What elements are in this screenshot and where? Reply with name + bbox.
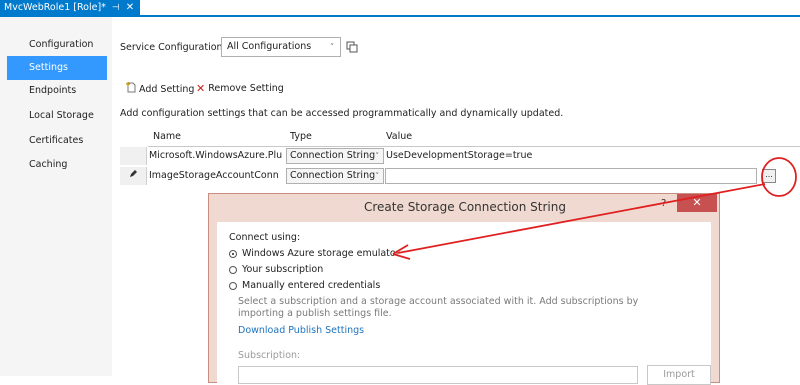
create-storage-connection-dialog: Create Storage Connection String ? ✕ Con…: [208, 193, 720, 385]
sidebar-item-label: Caching: [29, 159, 68, 170]
column-header-value[interactable]: Value: [386, 128, 412, 146]
radio-label: Your subscription: [242, 264, 324, 275]
dialog-body: Connect using: Windows Azure storage emu…: [217, 222, 711, 385]
connect-using-label: Connect using:: [229, 232, 301, 243]
dialog-title: Create Storage Connection String: [364, 200, 566, 214]
copy-configuration-icon[interactable]: [346, 41, 358, 53]
sidebar-item-settings[interactable]: Settings: [7, 56, 107, 80]
help-icon[interactable]: ?: [661, 198, 666, 209]
setting-value-cell[interactable]: UseDevelopmentStorage=true: [386, 147, 532, 165]
sidebar-item-caching[interactable]: Caching: [7, 153, 107, 177]
service-configuration-value: All Configurations: [227, 41, 312, 52]
settings-description: Add configuration settings that can be a…: [120, 108, 564, 119]
radio-your-subscription[interactable]: Your subscription: [229, 264, 323, 275]
setting-name-cell[interactable]: ImageStorageAccountConn: [149, 167, 283, 185]
document-tab-title: MvcWebRole1 [Role]*: [4, 2, 106, 13]
sidebar-item-label: Endpoints: [29, 85, 77, 96]
radio-manual-credentials[interactable]: Manually entered credentials: [229, 280, 380, 291]
connection-string-ellipsis-button[interactable]: ...: [762, 169, 776, 183]
sidebar-item-label: Settings: [29, 62, 68, 73]
radio-unselected-icon: [229, 265, 237, 274]
add-setting-button[interactable]: Add Setting: [126, 82, 194, 96]
setting-type-select[interactable]: Connection String ˅: [286, 148, 384, 164]
sidebar-item-local-storage[interactable]: Local Storage: [7, 104, 107, 128]
remove-setting-label: Remove Setting: [208, 83, 284, 94]
import-button[interactable]: Import: [647, 365, 711, 385]
add-setting-icon: [126, 82, 136, 96]
radio-unselected-icon: [229, 281, 237, 290]
subscription-select[interactable]: [238, 366, 638, 384]
grid-header: [148, 128, 800, 147]
setting-type-value: Connection String: [290, 150, 376, 161]
pencil-icon: [129, 170, 137, 177]
sidebar-item-certificates[interactable]: Certificates: [7, 129, 107, 153]
add-setting-label: Add Setting: [139, 83, 195, 95]
sidebar-item-label: Configuration: [29, 39, 94, 50]
document-tab[interactable]: MvcWebRole1 [Role]* ⊣ ✕: [0, 0, 141, 15]
radio-label: Windows Azure storage emulator: [242, 248, 400, 259]
service-configuration-label: Service Configuration:: [120, 42, 226, 53]
column-header-name[interactable]: Name: [153, 128, 181, 146]
subscription-hint: Select a subscription and a storage acco…: [238, 296, 639, 319]
sidebar-item-configuration[interactable]: Configuration: [7, 33, 107, 57]
sidebar-item-label: Certificates: [29, 135, 84, 146]
subscription-label: Subscription:: [238, 350, 301, 361]
setting-type-value: Connection String: [290, 170, 376, 181]
row-indicator-editing[interactable]: [120, 167, 147, 185]
sidebar: Configuration Settings Endpoints Local S…: [0, 17, 112, 376]
row-indicator[interactable]: [120, 147, 147, 165]
setting-value-input[interactable]: [385, 168, 757, 184]
chevron-down-icon: ˅: [375, 172, 380, 180]
sidebar-item-endpoints[interactable]: Endpoints: [7, 79, 107, 103]
column-header-type[interactable]: Type: [290, 128, 312, 146]
chevron-down-icon: ˅: [330, 43, 335, 51]
remove-setting-button[interactable]: ✕ Remove Setting: [196, 82, 284, 95]
setting-type-select[interactable]: Connection String ˅: [286, 168, 384, 184]
dialog-close-button[interactable]: ✕: [677, 194, 717, 212]
sidebar-item-label: Local Storage: [29, 110, 94, 121]
close-icon[interactable]: ✕: [126, 2, 134, 13]
radio-storage-emulator[interactable]: Windows Azure storage emulator: [229, 248, 400, 259]
document-tab-bar: MvcWebRole1 [Role]* ⊣ ✕: [0, 0, 800, 17]
pin-icon[interactable]: ⊣: [112, 3, 120, 13]
setting-name-cell[interactable]: Microsoft.WindowsAzure.Plu...: [149, 147, 283, 165]
remove-icon: ✕: [196, 82, 206, 95]
radio-label: Manually entered credentials: [242, 280, 381, 291]
download-publish-settings-link[interactable]: Download Publish Settings: [238, 325, 364, 336]
chevron-down-icon: ˅: [375, 152, 380, 160]
radio-selected-icon: [229, 249, 237, 258]
service-configuration-select[interactable]: All Configurations ˅: [221, 37, 341, 57]
